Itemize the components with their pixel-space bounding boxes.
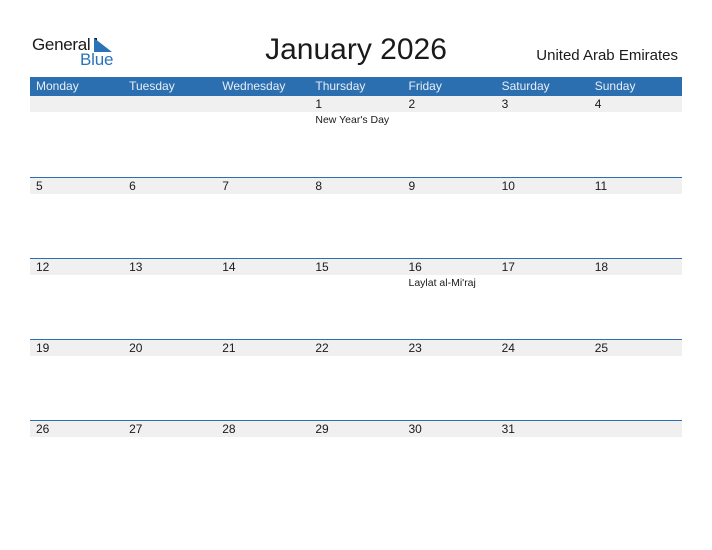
country-label: United Arab Emirates: [536, 47, 678, 64]
events-row: New Year's Day: [30, 112, 682, 127]
holiday-label: [496, 194, 589, 195]
holiday-label: [403, 112, 496, 127]
calendar-grid: Monday Tuesday Wednesday Thursday Friday…: [30, 77, 682, 501]
holiday-label: [589, 275, 682, 290]
weekday-header: Monday Tuesday Wednesday Thursday Friday…: [30, 77, 682, 96]
date-bar: 12 13 14 15 16 17 18: [30, 259, 682, 275]
holiday-label: [589, 112, 682, 127]
day-number: 27: [129, 422, 143, 436]
day-number: 7: [222, 179, 229, 193]
holiday-label: [309, 275, 402, 290]
day-number: 5: [36, 179, 43, 193]
holiday-label: [309, 194, 402, 195]
day-number: 22: [315, 341, 329, 355]
day-number: 1: [315, 97, 323, 111]
weekday-thursday: Thursday: [315, 79, 366, 93]
day-number: 19: [36, 341, 50, 355]
holiday-label: [123, 275, 216, 290]
holiday-label: Laylat al-Mi'raj: [408, 277, 476, 289]
holiday-label: [403, 437, 496, 438]
day-number: 23: [408, 341, 422, 355]
events-row: [30, 437, 682, 438]
events-row: [30, 356, 682, 357]
events-row: Laylat al-Mi'raj: [30, 275, 682, 290]
day-number: 20: [129, 341, 143, 355]
holiday-label: [403, 194, 496, 195]
weekday-tuesday: Tuesday: [129, 79, 175, 93]
holiday-label: [496, 275, 589, 290]
date-bar: 26 27 28 29 30 31: [30, 421, 682, 437]
day-number: 2: [408, 97, 416, 111]
date-bar: 5 6 7 8 9 10 11: [30, 178, 682, 194]
holiday-label: [589, 194, 682, 195]
holiday-label: [216, 112, 309, 127]
holiday-label: New Year's Day: [315, 114, 390, 126]
week-row: 19 20 21 22 23 24 25: [30, 339, 682, 420]
day-number: 26: [36, 422, 50, 436]
day-number: 17: [501, 260, 515, 274]
weekday-saturday: Saturday: [501, 79, 550, 93]
weekday-wednesday: Wednesday: [222, 79, 286, 93]
day-number: 9: [408, 179, 416, 193]
holiday-label: [123, 194, 216, 195]
day-number: [589, 421, 682, 437]
holiday-label: [589, 437, 682, 438]
date-bar: 19 20 21 22 23 24 25: [30, 340, 682, 356]
holiday-label: [309, 437, 402, 438]
day-number: 15: [315, 260, 329, 274]
day-number: 24: [501, 341, 515, 355]
week-row: 1 2 3 4 New Year's Day: [30, 96, 682, 177]
week-row: 5 6 7 8 9 10 11: [30, 177, 682, 258]
holiday-label: [30, 194, 123, 195]
holiday-label: [123, 112, 216, 127]
week-row: 26 27 28 29 30 31: [30, 420, 682, 501]
holiday-label: [30, 356, 123, 357]
holiday-label: [30, 275, 123, 290]
holiday-label: [30, 437, 123, 438]
day-number: 12: [36, 260, 50, 274]
week-row: 12 13 14 15 16 17 18 Laylat al-Mi'raj: [30, 258, 682, 339]
holiday-label: [589, 356, 682, 357]
events-row: [30, 194, 682, 195]
day-number: 13: [129, 260, 143, 274]
day-number: [30, 96, 123, 112]
holiday-label: [216, 194, 309, 195]
holiday-label: [496, 356, 589, 357]
holiday-label: [496, 437, 589, 438]
day-number: 25: [594, 341, 609, 355]
day-number: [216, 96, 309, 112]
holiday-label: [216, 437, 309, 438]
holiday-label: [30, 112, 123, 127]
day-number: 30: [408, 422, 422, 436]
weekday-friday: Friday: [408, 79, 442, 93]
day-number: [123, 96, 216, 112]
weekday-sunday: Sunday: [594, 79, 636, 93]
day-number: 31: [501, 422, 515, 436]
day-number: 6: [129, 179, 136, 193]
day-number: 14: [222, 260, 236, 274]
day-number: 29: [315, 422, 329, 436]
day-number: 21: [222, 341, 236, 355]
holiday-label: [403, 356, 496, 357]
holiday-label: [216, 275, 309, 290]
day-number: 3: [501, 97, 509, 111]
day-number: 4: [594, 97, 602, 111]
weekday-monday: Monday: [36, 79, 79, 93]
holiday-label: [123, 437, 216, 438]
holiday-label: [309, 356, 402, 357]
day-number: 10: [501, 179, 515, 193]
holiday-label: [216, 356, 309, 357]
day-number: 18: [594, 260, 609, 274]
day-number: 8: [315, 179, 323, 193]
day-number: 11: [594, 179, 608, 193]
date-bar: 1 2 3 4: [30, 96, 682, 112]
holiday-label: [496, 112, 589, 127]
day-number: 16: [408, 260, 422, 274]
day-number: 28: [222, 422, 236, 436]
holiday-label: [123, 356, 216, 357]
